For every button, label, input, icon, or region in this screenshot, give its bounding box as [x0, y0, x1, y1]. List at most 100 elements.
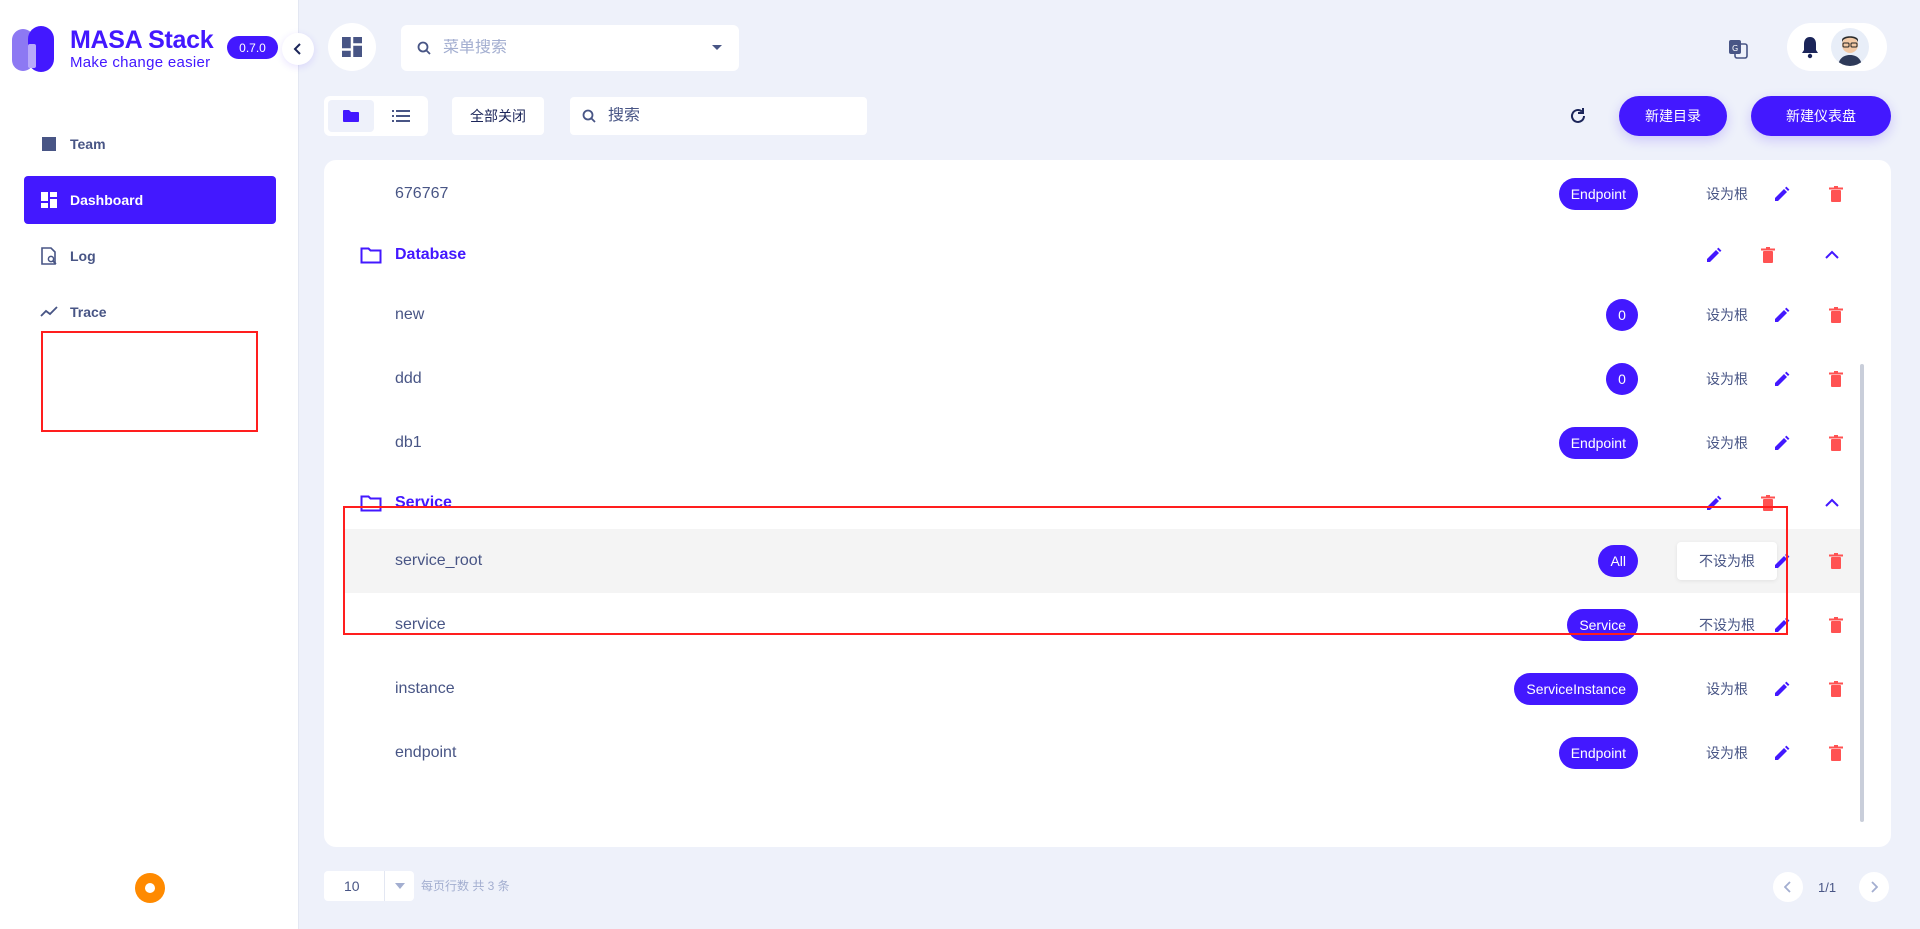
menu-search-input[interactable]	[443, 39, 711, 57]
sidebar-item-label: Log	[70, 248, 96, 264]
dashboard-grid-button[interactable]	[328, 23, 376, 71]
pencil-icon	[1775, 745, 1790, 760]
caret-down-icon[interactable]	[711, 44, 723, 52]
type-chip: Endpoint	[1558, 178, 1638, 210]
search-icon	[417, 41, 431, 55]
delete-button[interactable]	[1824, 613, 1848, 637]
sidebar-item-team[interactable]: Team	[24, 120, 276, 168]
list-item[interactable]: db1 Endpoint 设为根	[344, 411, 1864, 475]
set-root-button[interactable]: 设为根	[1677, 175, 1777, 213]
sidebar-item-label: Team	[70, 136, 106, 152]
edit-button[interactable]	[1770, 367, 1794, 391]
dashboard-name[interactable]: 676767	[395, 162, 448, 226]
pencil-icon	[1775, 186, 1790, 201]
collapse-sidebar-button[interactable]	[282, 33, 314, 65]
next-page-button[interactable]	[1859, 872, 1889, 902]
edit-button[interactable]	[1770, 182, 1794, 206]
page-size-select[interactable]: 10	[324, 871, 414, 901]
search-icon	[582, 109, 596, 123]
sidebar-item-dashboard[interactable]: Dashboard	[24, 176, 276, 224]
delete-button[interactable]	[1824, 303, 1848, 327]
notification-bell-icon[interactable]	[1799, 35, 1821, 59]
list-item[interactable]: 676767 Endpoint 设为根	[344, 162, 1864, 226]
avatar[interactable]	[1831, 28, 1869, 66]
collapse-folder-button[interactable]	[1820, 491, 1844, 515]
edit-folder-button[interactable]	[1702, 243, 1726, 267]
list-icon	[392, 110, 410, 122]
delete-button[interactable]	[1824, 182, 1848, 206]
highlight-box-service	[343, 506, 1788, 635]
pencil-icon	[1775, 371, 1790, 386]
logo[interactable]: MASA Stack Make change easier	[12, 24, 214, 74]
dashboard-name[interactable]: instance	[395, 657, 455, 721]
log-icon	[40, 247, 58, 265]
sidebar: MASA Stack Make change easier 0.7.0 Team…	[0, 0, 299, 929]
edit-button[interactable]	[1770, 431, 1794, 455]
pencil-icon	[1775, 307, 1790, 322]
set-root-button[interactable]: 设为根	[1677, 424, 1777, 462]
chevron-left-icon	[1784, 881, 1791, 893]
set-root-button[interactable]: 设为根	[1677, 360, 1777, 398]
refresh-button[interactable]	[1564, 102, 1592, 130]
chevron-up-icon	[1825, 250, 1839, 259]
dashboard-name[interactable]: ddd	[395, 347, 422, 411]
trash-icon	[1761, 247, 1775, 263]
dashboard-name[interactable]: db1	[395, 411, 422, 475]
version-badge: 0.7.0	[227, 36, 278, 59]
trash-icon	[1829, 745, 1843, 761]
masa-logo-icon	[12, 26, 58, 72]
delete-button[interactable]	[1824, 549, 1848, 573]
floating-action-button[interactable]	[135, 873, 165, 903]
menu-search[interactable]	[401, 25, 739, 71]
set-root-button[interactable]: 设为根	[1677, 734, 1777, 772]
page-size-dropdown[interactable]	[384, 871, 414, 901]
folder-row[interactable]: Database	[344, 223, 1864, 287]
sidebar-item-label: Dashboard	[70, 192, 144, 208]
folder-view-button[interactable]	[328, 100, 374, 132]
dashboard-search[interactable]	[570, 97, 867, 135]
new-folder-button[interactable]: 新建目录	[1619, 96, 1727, 136]
collapse-folder-button[interactable]	[1820, 243, 1844, 267]
page-info: 每页行数 共 3 条	[421, 879, 510, 893]
list-item[interactable]: new 0 设为根	[344, 283, 1864, 347]
list-item[interactable]: ddd 0 设为根	[344, 347, 1864, 411]
edit-button[interactable]	[1770, 741, 1794, 765]
list-item[interactable]: instance ServiceInstance 设为根	[344, 657, 1864, 721]
dashboard-name[interactable]: new	[395, 283, 424, 347]
sidebar-item-label: Trace	[70, 304, 107, 320]
search-input[interactable]	[608, 107, 855, 125]
dashboard-name[interactable]: endpoint	[395, 721, 456, 785]
sidebar-item-trace[interactable]: Trace	[24, 288, 276, 336]
dashboard-grid-icon	[342, 37, 362, 57]
page-indicator: 1/1	[1818, 880, 1837, 895]
set-root-button[interactable]: 设为根	[1677, 296, 1777, 334]
new-dashboard-button[interactable]: 新建仪表盘	[1751, 96, 1891, 136]
trash-icon	[1829, 307, 1843, 323]
sidebar-item-log[interactable]: Log	[24, 232, 276, 280]
prev-page-button[interactable]	[1773, 872, 1803, 902]
pencil-icon	[1707, 247, 1722, 262]
trash-icon	[1829, 186, 1843, 202]
trace-icon	[40, 303, 58, 321]
scrollbar[interactable]	[1860, 364, 1864, 822]
language-button[interactable]: G	[1724, 35, 1752, 63]
delete-button[interactable]	[1824, 741, 1848, 765]
type-chip: Endpoint	[1558, 737, 1638, 769]
list-view-button[interactable]	[378, 100, 424, 132]
edit-button[interactable]	[1770, 303, 1794, 327]
delete-button[interactable]	[1824, 431, 1848, 455]
edit-button[interactable]	[1770, 677, 1794, 701]
team-icon	[40, 135, 58, 153]
trash-icon	[1829, 617, 1843, 633]
delete-button[interactable]	[1824, 677, 1848, 701]
set-root-button[interactable]: 设为根	[1677, 670, 1777, 708]
list-item[interactable]: endpoint Endpoint 设为根	[344, 721, 1864, 785]
sidebar-nav: Team Dashboard Log Trace	[24, 120, 276, 344]
folder-outline-icon	[360, 247, 382, 264]
delete-folder-button[interactable]	[1756, 243, 1780, 267]
trash-icon	[1829, 681, 1843, 697]
trash-icon	[1829, 435, 1843, 451]
delete-button[interactable]	[1824, 367, 1848, 391]
close-all-button[interactable]: 全部关闭	[452, 97, 544, 135]
folder-name[interactable]: Database	[395, 223, 466, 287]
